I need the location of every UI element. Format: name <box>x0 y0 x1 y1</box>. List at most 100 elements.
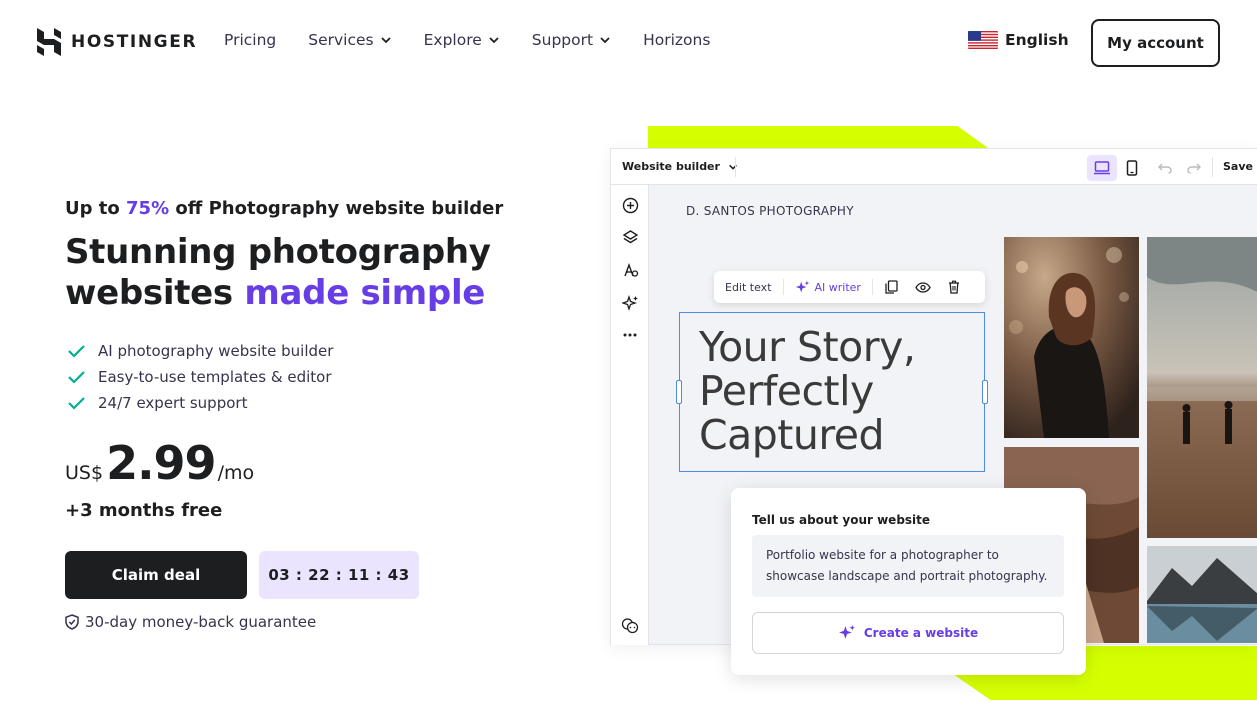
list-item: AI photography website builder <box>67 338 333 364</box>
sparkle-icon <box>838 625 855 639</box>
sparkle-icon <box>795 280 809 292</box>
beach-surfers-image <box>1147 237 1257 538</box>
resize-handle-right[interactable] <box>982 380 988 404</box>
feature-label: Easy-to-use templates & editor <box>98 368 332 386</box>
feature-label: AI photography website builder <box>98 342 334 360</box>
undo-button[interactable] <box>1150 155 1180 181</box>
prompt-label: Tell us about your website <box>752 513 931 527</box>
redo-icon <box>1187 163 1201 174</box>
selected-text-block[interactable]: Your Story, Perfectly Captured <box>676 312 988 472</box>
feature-label: 24/7 expert support <box>98 394 248 412</box>
price-amount: 2.99 <box>106 436 216 490</box>
price-period: /mo <box>217 462 255 484</box>
beach-surfers-photo <box>1147 237 1257 538</box>
story-line3: Captured <box>699 411 885 459</box>
countdown-timer: 03 : 22 : 11 : 43 <box>259 551 419 599</box>
resize-handle-left[interactable] <box>676 380 682 404</box>
hero-story-text: Your Story, Perfectly Captured <box>699 323 916 459</box>
hostinger-logo[interactable]: HOSTINGER <box>36 28 197 56</box>
lime-accent-shape <box>648 126 988 148</box>
claim-deal-button[interactable]: Claim deal <box>65 551 247 599</box>
nav-support[interactable]: Support <box>532 31 611 49</box>
check-icon <box>68 371 85 384</box>
divider <box>782 279 784 295</box>
mobile-view-button[interactable] <box>1117 155 1147 181</box>
logo-text: HOSTINGER <box>71 32 198 52</box>
list-item: 24/7 expert support <box>67 390 333 416</box>
nav-horizons-label: Horizons <box>643 31 711 49</box>
price: US$ 2.99 /mo <box>65 436 254 490</box>
story-line1: Your Story, <box>699 323 916 371</box>
chevron-down-icon <box>729 164 737 170</box>
headline-line2-accent: made simple <box>244 273 486 313</box>
hostinger-logo-icon <box>37 28 61 56</box>
divider <box>735 157 736 177</box>
plus-circle-icon <box>622 197 638 213</box>
headline-line1: Stunning photography <box>65 232 491 272</box>
feature-list: AI photography website builder Easy-to-u… <box>67 338 333 416</box>
language-label: English <box>1005 31 1069 49</box>
language-selector[interactable]: English <box>968 31 1069 49</box>
us-flag-icon <box>968 31 998 49</box>
headline-line2-plain: websites <box>65 273 245 313</box>
nav-pricing[interactable]: Pricing <box>224 31 276 49</box>
create-website-button[interactable]: Create a website <box>752 612 1064 654</box>
promo-percent: 75% <box>126 198 170 219</box>
edit-text-button[interactable]: Edit text <box>725 281 772 294</box>
nav-explore[interactable]: Explore <box>424 31 500 49</box>
nav-pricing-label: Pricing <box>224 31 277 49</box>
chevron-down-icon <box>600 37 610 44</box>
divider <box>871 279 873 295</box>
visibility-button[interactable] <box>915 279 931 295</box>
chat-bubbles-icon <box>621 617 639 633</box>
nav-support-label: Support <box>531 31 594 49</box>
chevron-down-icon <box>380 37 391 44</box>
website-prompt-card: Tell us about your website Portfolio web… <box>731 488 1086 675</box>
sparkle-icon <box>621 294 638 311</box>
check-icon <box>68 397 85 410</box>
add-element-button[interactable] <box>620 195 640 215</box>
more-button[interactable] <box>620 325 640 345</box>
text-edit-toolbar: Edit text AI writer <box>714 271 985 303</box>
mountain-lake-photo <box>1147 546 1257 643</box>
nav-explore-label: Explore <box>423 31 482 49</box>
styles-button[interactable] <box>620 260 640 280</box>
undo-icon <box>1158 163 1172 174</box>
desktop-view-button[interactable] <box>1087 155 1117 181</box>
ai-writer-button[interactable]: AI writer <box>795 280 861 295</box>
website-builder-dropdown[interactable]: Website builder <box>622 160 738 173</box>
ai-writer-label: AI writer <box>814 280 861 294</box>
main-nav: Pricing Services Explore Support Horizon… <box>224 31 742 49</box>
ai-tools-button[interactable] <box>620 293 640 313</box>
my-account-button[interactable]: My account <box>1091 19 1220 67</box>
divider <box>1212 157 1213 177</box>
help-button[interactable] <box>620 615 640 635</box>
trash-icon <box>948 280 959 294</box>
copy-icon <box>885 280 899 294</box>
nav-services[interactable]: Services <box>308 31 391 49</box>
delete-button[interactable] <box>946 279 962 295</box>
chevron-down-icon <box>489 37 499 44</box>
promo-prefix: Up to <box>65 198 127 219</box>
nav-horizons[interactable]: Horizons <box>643 31 710 49</box>
redo-button[interactable] <box>1179 155 1209 181</box>
styles-icon <box>623 262 638 277</box>
promo-suffix: off Photography website builder <box>169 198 504 219</box>
promo-text: Up to 75% off Photography website builde… <box>65 198 503 219</box>
site-header: HOSTINGER Pricing Services Explore Suppo… <box>0 0 1257 86</box>
price-currency: US$ <box>65 462 104 484</box>
layers-button[interactable] <box>620 227 640 247</box>
hero-headline: Stunning photography websites made simpl… <box>65 232 491 314</box>
guarantee-label: 30-day money-back guarantee <box>85 613 317 631</box>
mobile-icon <box>1126 160 1138 176</box>
desktop-icon <box>1094 161 1110 175</box>
eye-icon <box>915 281 931 293</box>
builder-topbar: Website builder Save <box>611 149 1257 185</box>
portrait-photo-image <box>1004 237 1139 438</box>
duplicate-button[interactable] <box>884 279 900 295</box>
nav-services-label: Services <box>308 31 374 49</box>
save-button[interactable]: Save <box>1223 160 1253 173</box>
prompt-textarea[interactable]: Portfolio website for a photographer to … <box>752 535 1064 597</box>
builder-sidebar <box>611 185 649 645</box>
check-icon <box>68 345 85 358</box>
